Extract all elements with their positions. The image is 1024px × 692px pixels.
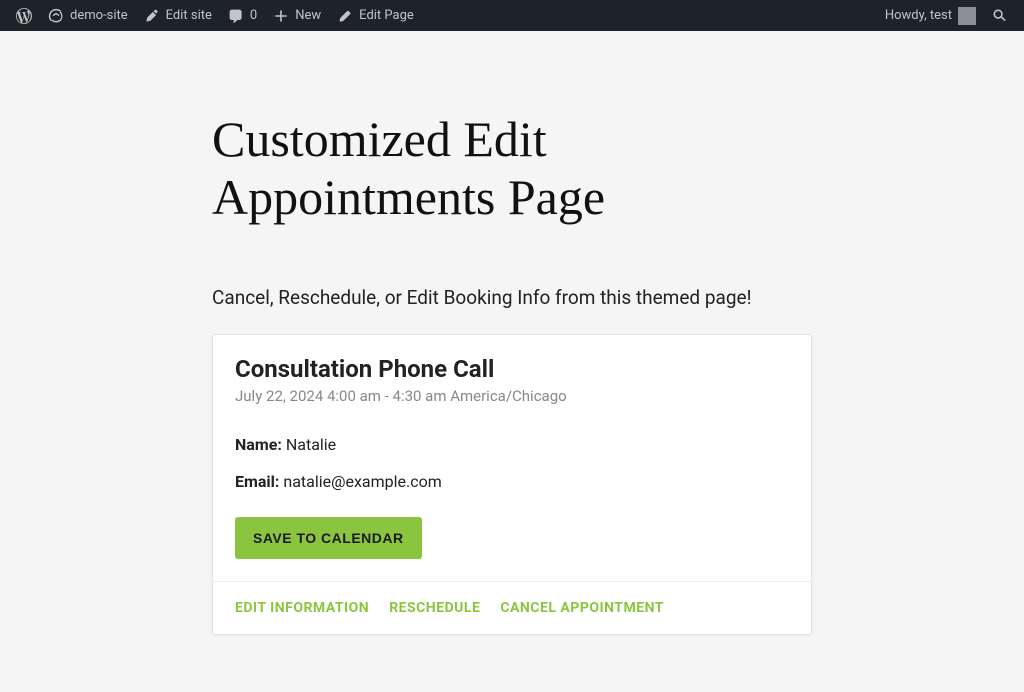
name-value: Natalie [286,435,336,454]
page-content: Customized Edit Appointments Page Cancel… [192,31,832,675]
edit-page-menu[interactable]: Edit Page [329,0,422,31]
email-label: Email: [235,472,283,491]
email-value: natalie@example.com [283,472,441,491]
cancel-appointment-link[interactable]: CANCEL APPOINTMENT [500,600,664,616]
name-label: Name: [235,435,286,454]
comments-count: 0 [250,8,257,23]
site-name-label: demo-site [70,8,128,23]
greeting-label: Howdy, test [885,8,952,23]
appointment-datetime: July 22, 2024 4:00 am - 4:30 am America/… [235,387,789,405]
new-content-menu[interactable]: New [265,0,329,31]
appointment-name-row: Name: Natalie [235,435,789,454]
wp-admin-bar: demo-site Edit site 0 New Edit Page [0,0,1024,31]
avatar [958,7,976,25]
page-title: Customized Edit Appointments Page [212,111,812,226]
appointment-card: Consultation Phone Call July 22, 2024 4:… [212,334,812,635]
comments-icon [228,8,244,24]
card-footer: EDIT INFORMATION RESCHEDULE CANCEL APPOI… [213,581,811,634]
edit-site-label: Edit site [166,8,212,23]
edit-site-icon [144,8,160,24]
save-to-calendar-button[interactable]: SAVE TO CALENDAR [235,517,422,559]
appointment-email-row: Email: natalie@example.com [235,472,789,491]
search-icon [992,8,1008,24]
admin-bar-left: demo-site Edit site 0 New Edit Page [8,0,422,31]
wordpress-icon [16,8,32,24]
user-greeting-menu[interactable]: Howdy, test [877,0,984,31]
card-body: Consultation Phone Call July 22, 2024 4:… [213,335,811,581]
plus-icon [273,8,289,24]
dashboard-icon [48,8,64,24]
new-label: New [295,8,321,23]
appointment-title: Consultation Phone Call [235,355,789,383]
admin-bar-right: Howdy, test [877,0,1016,31]
page-subtitle: Cancel, Reschedule, or Edit Booking Info… [212,286,812,309]
wp-logo-menu[interactable] [8,0,40,31]
comments-menu[interactable]: 0 [220,0,265,31]
edit-information-link[interactable]: EDIT INFORMATION [235,600,369,616]
reschedule-link[interactable]: RESCHEDULE [389,600,480,616]
pencil-icon [337,8,353,24]
site-name-menu[interactable]: demo-site [40,0,136,31]
search-menu[interactable] [984,0,1016,31]
edit-page-label: Edit Page [359,8,414,23]
edit-site-menu[interactable]: Edit site [136,0,220,31]
